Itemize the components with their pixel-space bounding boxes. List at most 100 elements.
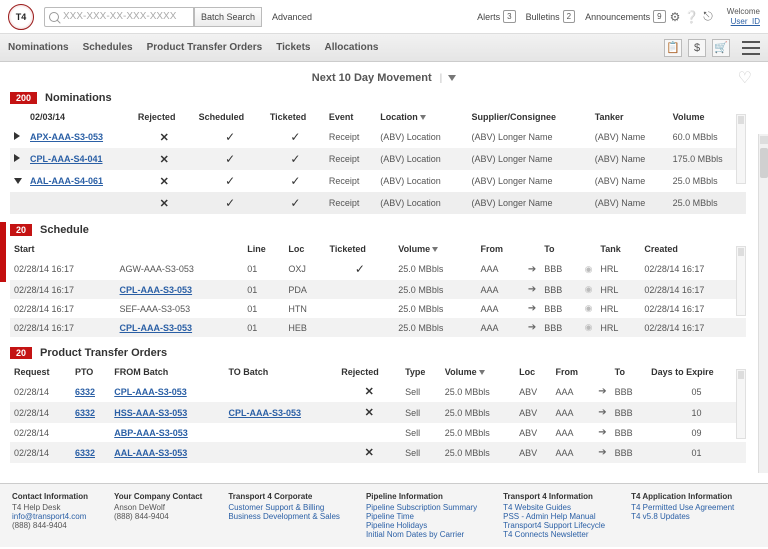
pto-link[interactable]: 6332 <box>75 448 95 458</box>
col-request[interactable]: Request <box>10 363 71 381</box>
col-type[interactable]: Type <box>401 363 441 381</box>
logout-icon[interactable]: ⎋ <box>703 9 713 24</box>
col-days[interactable]: Days to Expire <box>647 363 746 381</box>
col-start[interactable]: Start <box>10 240 116 258</box>
col-from2[interactable]: From <box>552 363 595 381</box>
gear-icon[interactable]: ⚙ <box>670 10 681 24</box>
sort-caret-icon[interactable] <box>479 370 485 375</box>
batch-link[interactable]: CPL-AAA-S3-053 <box>120 285 193 295</box>
col-tanker[interactable]: Tanker <box>591 108 669 126</box>
announcements-pill[interactable]: Announcements 9 <box>585 10 666 23</box>
table-row[interactable]: 02/28/14 16:17CPL-AAA-S3-05301PDA25.0 MB… <box>10 280 746 299</box>
table-row[interactable]: ✕✓✓Receipt(ABV) Location(ABV) Longer Nam… <box>10 192 746 214</box>
favorite-icon[interactable]: ♡ <box>738 68 752 88</box>
col-from[interactable]: From <box>477 240 524 258</box>
nav-tickets[interactable]: Tickets <box>276 42 310 53</box>
table-row[interactable]: 02/28/146332HSS-AAA-S3-053CPL-AAA-S3-053… <box>10 402 746 423</box>
pto-scrollbar[interactable] <box>736 369 746 439</box>
left-drag-handle[interactable] <box>0 222 6 282</box>
col-event[interactable]: Event <box>325 108 376 126</box>
footer-link[interactable]: Transport4 Support Lifecycle <box>503 521 605 530</box>
schedule-scrollbar[interactable] <box>736 246 746 316</box>
table-row[interactable]: AAL-AAA-S4-061✕✓✓Receipt(ABV) Location(A… <box>10 170 746 192</box>
col-location[interactable]: Location <box>376 108 467 126</box>
col-rejected2[interactable]: Rejected <box>337 363 401 381</box>
expand-icon[interactable] <box>14 132 20 140</box>
batch-link[interactable]: APX-AAA-S3-053 <box>30 132 103 142</box>
table-row[interactable]: APX-AAA-S3-053✕✓✓Receipt(ABV) Location(A… <box>10 126 746 148</box>
footer-link[interactable]: Pipeline Time <box>366 512 477 521</box>
collapse-icon[interactable] <box>14 178 22 184</box>
footer-link[interactable]: Customer Support & Billing <box>228 503 340 512</box>
footer-link[interactable]: Business Development & Sales <box>228 512 340 521</box>
nav-schedules[interactable]: Schedules <box>83 42 133 53</box>
col-ticketed[interactable]: Ticketed <box>266 108 325 126</box>
nav-pto[interactable]: Product Transfer Orders <box>147 42 263 53</box>
dollar-icon[interactable]: $ <box>688 39 706 57</box>
col-ticketed2[interactable]: Ticketed <box>326 240 395 258</box>
col-loc[interactable]: Loc <box>284 240 325 258</box>
nav-allocations[interactable]: Allocations <box>324 42 378 53</box>
cart-icon[interactable]: 🛒 <box>712 39 730 57</box>
pto-link[interactable]: 6332 <box>75 408 95 418</box>
batch-search-button[interactable]: Batch Search <box>194 7 262 27</box>
footer-link[interactable]: Initial Nom Dates by Carrier <box>366 530 477 539</box>
col-from-batch[interactable]: FROM Batch <box>110 363 224 381</box>
page-scrollbar[interactable] <box>758 134 768 473</box>
batch-link[interactable]: AAL-AAA-S4-061 <box>30 176 103 186</box>
from-batch-link[interactable]: AAL-AAA-S3-053 <box>114 448 187 458</box>
clipboard-icon[interactable]: 📋 <box>664 39 682 57</box>
table-row[interactable]: CPL-AAA-S4-041✕✓✓Receipt(ABV) Location(A… <box>10 148 746 170</box>
dropdown-caret-icon[interactable] <box>448 75 456 81</box>
menu-icon[interactable] <box>742 41 760 55</box>
footer-link[interactable]: Pipeline Subscription Summary <box>366 503 477 512</box>
to-batch-link[interactable]: CPL-AAA-S3-053 <box>228 408 301 418</box>
table-row[interactable]: 02/28/146332AAL-AAA-S3-053✕Sell25.0 MBbl… <box>10 442 746 463</box>
col-created[interactable]: Created <box>640 240 746 258</box>
user-link[interactable]: User_ID <box>731 17 760 26</box>
col-to[interactable]: To <box>540 240 580 258</box>
col-to-batch[interactable]: TO Batch <box>224 363 337 381</box>
from-batch-link[interactable]: CPL-AAA-S3-053 <box>114 387 187 397</box>
help-icon[interactable]: ❔ <box>684 10 699 24</box>
nav-nominations[interactable]: Nominations <box>8 42 69 53</box>
footer-link[interactable]: Pipeline Holidays <box>366 521 477 530</box>
col-tank[interactable]: Tank <box>596 240 640 258</box>
from-batch-link[interactable]: HSS-AAA-S3-053 <box>114 408 187 418</box>
brand-logo[interactable]: T4 <box>8 4 34 30</box>
col-scheduled[interactable]: Scheduled <box>195 108 266 126</box>
footer-link[interactable]: T4 Website Guides <box>503 503 605 512</box>
expand-icon[interactable] <box>14 154 20 162</box>
sort-caret-icon[interactable] <box>432 247 438 252</box>
batch-link[interactable]: CPL-AAA-S3-053 <box>120 323 193 333</box>
col-supcon[interactable]: Supplier/Consignee <box>468 108 591 126</box>
footer-link[interactable]: T4 Permitted Use Agreement <box>631 503 734 512</box>
col-rejected[interactable]: Rejected <box>134 108 195 126</box>
col-line[interactable]: Line <box>243 240 284 258</box>
bulletins-pill[interactable]: Bulletins 2 <box>526 10 575 23</box>
table-row[interactable]: 02/28/14ABP-AAA-S3-053Sell25.0 MBblsABVA… <box>10 423 746 442</box>
col-loc2[interactable]: Loc <box>515 363 551 381</box>
col-volume[interactable]: Volume <box>669 108 746 126</box>
batch-link[interactable]: CPL-AAA-S4-041 <box>30 154 103 164</box>
col-to2[interactable]: To <box>611 363 647 381</box>
footer-link[interactable]: PSS - Admin Help Manual <box>503 512 605 521</box>
search-input[interactable]: XXX-XXX-XX-XXX-XXXX <box>44 7 194 27</box>
from-batch-link[interactable]: ABP-AAA-S3-053 <box>114 428 188 438</box>
footer-link[interactable]: info@transport4.com <box>12 512 88 521</box>
col-volume3[interactable]: Volume <box>441 363 515 381</box>
table-row[interactable]: 02/28/14 16:17AGW-AAA-S3-05301OXJ✓25.0 M… <box>10 258 746 280</box>
col-volume2[interactable]: Volume <box>394 240 476 258</box>
table-row[interactable]: 02/28/14 16:17SEF-AAA-S3-05301HTN25.0 MB… <box>10 299 746 318</box>
col-pto[interactable]: PTO <box>71 363 110 381</box>
alerts-pill[interactable]: Alerts 3 <box>477 10 515 23</box>
table-row[interactable]: 02/28/14 16:17CPL-AAA-S3-05301HEB25.0 MB… <box>10 318 746 337</box>
table-row[interactable]: 02/28/146332CPL-AAA-S3-053✕Sell25.0 MBbl… <box>10 381 746 402</box>
advanced-link[interactable]: Advanced <box>272 12 312 22</box>
nominations-scrollbar[interactable] <box>736 114 746 184</box>
pto-link[interactable]: 6332 <box>75 387 95 397</box>
cell-from: AAA <box>552 402 595 423</box>
footer-link[interactable]: T4 Connects Newsletter <box>503 530 605 539</box>
footer-link[interactable]: T4 v5.8 Updates <box>631 512 734 521</box>
sort-caret-icon[interactable] <box>420 115 426 120</box>
